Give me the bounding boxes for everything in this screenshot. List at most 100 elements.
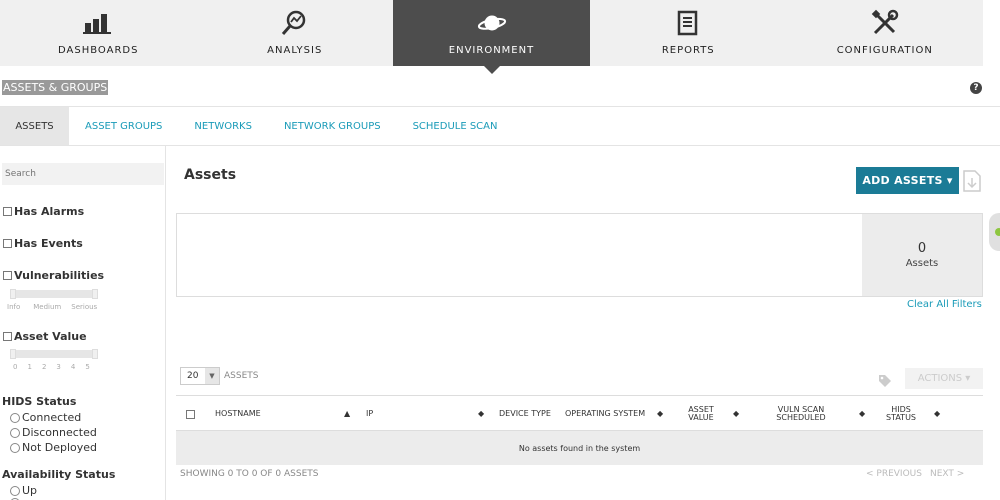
radio-button[interactable] [10, 412, 20, 423]
hids-option-not-deployed[interactable]: Not Deployed [10, 441, 97, 454]
nav-tab-analysis[interactable]: ANALYSIS [196, 0, 393, 66]
asset-count-box: 0 Assets [862, 214, 982, 296]
nav-tab-configuration[interactable]: CONFIGURATION [786, 0, 983, 66]
has-alarms-label: Has Alarms [14, 205, 85, 218]
help-icon[interactable]: ? [970, 82, 982, 94]
filter-sidebar: Has Alarms Has Events Vulnerabilities In… [0, 146, 166, 500]
nav-tab-label: CONFIGURATION [836, 45, 933, 56]
document-icon [673, 8, 703, 38]
hids-status-title: HIDS Status [2, 395, 77, 408]
filter-asset-value[interactable]: Asset Value [3, 330, 87, 343]
level-label: 2 [41, 363, 47, 371]
sub-tabs: ASSETS ASSET GROUPS NETWORKS NETWORK GRO… [0, 106, 1000, 146]
vulnerabilities-label: Vulnerabilities [14, 269, 105, 282]
slider-handle-min[interactable] [10, 289, 16, 299]
column-operating-system[interactable]: OPERATING SYSTEM [565, 396, 645, 432]
radio-label: Connected [22, 411, 82, 424]
download-icon[interactable] [963, 170, 981, 192]
nav-tab-label: DASHBOARDS [58, 45, 139, 56]
tag-icon[interactable] [878, 373, 892, 387]
level-label: 1 [27, 363, 32, 371]
column-hids-status[interactable]: HIDS STATUS [883, 396, 919, 432]
asset-value-checkbox[interactable] [3, 332, 12, 341]
nav-tab-dashboards[interactable]: DASHBOARDS [0, 0, 197, 66]
sort-asc-icon[interactable]: ▲ [344, 409, 350, 418]
asset-value-slider[interactable] [10, 349, 98, 359]
tab-networks[interactable]: NETWORKS [178, 107, 268, 145]
add-assets-button[interactable]: ADD ASSETS ▾ [856, 167, 959, 194]
tab-assets[interactable]: ASSETS [0, 107, 69, 145]
column-ip[interactable]: IP [366, 396, 373, 432]
search-input[interactable] [2, 163, 164, 185]
level-label: Serious [71, 303, 98, 311]
radio-button[interactable] [10, 427, 20, 438]
has-alarms-checkbox[interactable] [3, 207, 12, 216]
hids-option-disconnected[interactable]: Disconnected [10, 426, 97, 439]
sort-icon[interactable]: ◆ [478, 409, 484, 418]
planet-icon [477, 8, 507, 38]
page-size-value: 20 [187, 371, 199, 381]
radio-button[interactable] [10, 442, 20, 453]
column-asset-value[interactable]: ASSET VALUE [683, 396, 719, 432]
checkbox[interactable] [186, 409, 195, 419]
showing-count: SHOWING 0 TO 0 OF 0 ASSETS [180, 469, 319, 479]
previous-page-link[interactable]: < PREVIOUS [866, 469, 922, 479]
availability-option-up[interactable]: Up [10, 484, 37, 497]
level-label: Medium [33, 303, 62, 311]
table-header: HOSTNAME ▲ IP ◆ DEVICE TYPE OPERATING SY… [176, 395, 983, 431]
page-size-select[interactable]: 20 ▼ [180, 367, 220, 385]
slider-handle-min[interactable] [10, 349, 16, 359]
level-label: Info [7, 303, 21, 311]
asset-value-levels: 0 1 2 3 4 5 [13, 363, 90, 371]
filter-has-alarms[interactable]: Has Alarms [3, 205, 84, 218]
has-events-checkbox[interactable] [3, 239, 12, 248]
level-label: 4 [70, 363, 76, 371]
next-page-link[interactable]: NEXT > [930, 469, 964, 479]
page-title: ASSETS & GROUPS [2, 80, 109, 95]
radio-label: Not Deployed [22, 441, 98, 454]
nav-tab-label: ANALYSIS [267, 45, 323, 56]
availability-status-title: Availability Status [2, 468, 116, 481]
column-hostname[interactable]: HOSTNAME [215, 396, 261, 432]
actions-button[interactable]: ACTIONS ▾ [905, 368, 983, 389]
asset-count: 0 [917, 241, 927, 256]
vulnerabilities-slider[interactable] [10, 289, 98, 299]
nav-tab-reports[interactable]: REPORTS [590, 0, 787, 66]
vulnerabilities-checkbox[interactable] [3, 271, 12, 280]
tools-icon [870, 8, 900, 38]
has-events-label: Has Events [14, 237, 83, 250]
tab-asset-groups[interactable]: ASSET GROUPS [69, 107, 178, 145]
level-label: 3 [56, 363, 61, 371]
chevron-down-icon: ▼ [205, 368, 219, 384]
sort-icon[interactable]: ◆ [733, 409, 739, 418]
empty-table-message: No assets found in the system [176, 431, 983, 465]
tab-schedule-scan[interactable]: SCHEDULE SCAN [397, 107, 514, 145]
column-device-type[interactable]: DEVICE TYPE [499, 396, 551, 432]
sort-icon[interactable]: ◆ [934, 409, 940, 418]
level-label: 5 [85, 363, 90, 371]
asset-value-label: Asset Value [14, 330, 87, 343]
clear-all-filters-link[interactable]: Clear All Filters [907, 299, 982, 310]
hids-option-connected[interactable]: Connected [10, 411, 81, 424]
sort-icon[interactable]: ◆ [657, 409, 663, 418]
filter-vulnerabilities[interactable]: Vulnerabilities [3, 269, 104, 282]
slider-handle-max[interactable] [92, 349, 98, 359]
column-vuln-scan-scheduled[interactable]: VULN SCAN SCHEDULED [767, 396, 835, 432]
slider-handle-max[interactable] [92, 289, 98, 299]
vulnerability-levels: Info Medium Serious [7, 303, 97, 311]
tab-network-groups[interactable]: NETWORK GROUPS [268, 107, 397, 145]
bar-chart-icon [83, 8, 113, 38]
filter-has-events[interactable]: Has Events [3, 237, 83, 250]
top-nav: DASHBOARDS ANALYSIS ENVIRONMENT REPORTS … [0, 0, 1000, 74]
main-title: Assets [184, 167, 237, 183]
nav-tab-label: ENVIRONMENT [448, 45, 535, 56]
side-panel-toggle[interactable] [989, 213, 1000, 251]
radio-label: Up [22, 484, 38, 497]
radio-label: Disconnected [22, 426, 97, 439]
nav-tab-label: REPORTS [661, 45, 715, 56]
magnifier-icon [280, 8, 310, 38]
nav-tab-environment[interactable]: ENVIRONMENT [393, 0, 590, 74]
sort-icon[interactable]: ◆ [859, 409, 865, 418]
select-all-checkbox[interactable] [186, 396, 197, 432]
radio-button[interactable] [10, 485, 20, 496]
